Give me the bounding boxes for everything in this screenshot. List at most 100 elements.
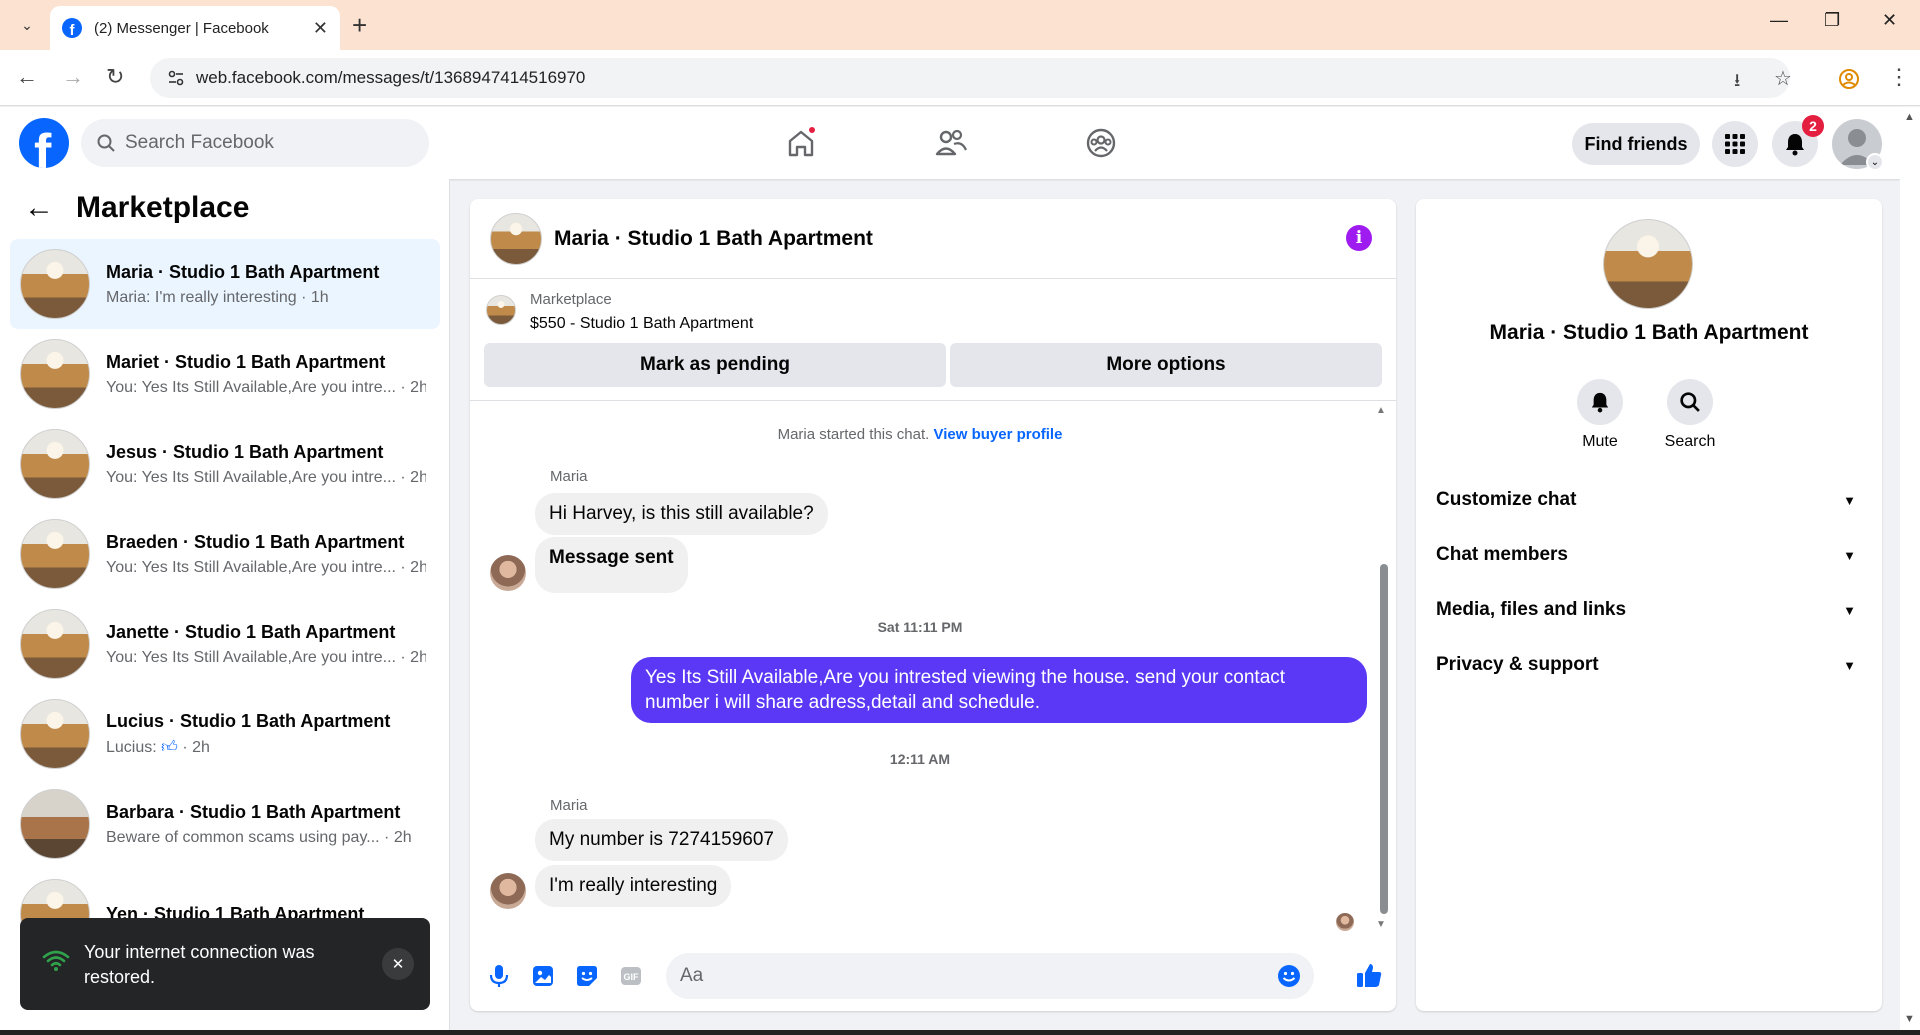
conversation-name: Lucius · Studio 1 Bath Apartment	[106, 711, 391, 731]
friends-icon[interactable]	[931, 123, 971, 163]
notifications-bell-icon[interactable]: 2	[1772, 115, 1824, 167]
minimize-icon[interactable]: —	[1770, 10, 1788, 31]
message-bubble[interactable]: I'm really interesting	[535, 865, 732, 907]
groups-icon[interactable]	[1081, 123, 1121, 163]
page-scrollbar[interactable]: ▲ ▼	[1900, 107, 1920, 1030]
listing-thumbnail[interactable]	[486, 295, 516, 325]
conversation-item[interactable]: Janette · Studio 1 Bath Apartment You: Y…	[10, 599, 440, 689]
address-bar[interactable]: web.facebook.com/messages/t/136894741451…	[150, 58, 1790, 98]
facebook-search[interactable]	[81, 119, 429, 167]
chat-header: Maria · Studio 1 Bath Apartment i	[470, 199, 1396, 279]
timestamp: Sat 11:11 PM	[877, 619, 963, 635]
sender-avatar[interactable]	[490, 873, 526, 909]
gif-icon[interactable]: GIF	[618, 963, 644, 989]
sender-avatar[interactable]	[490, 555, 526, 591]
conversation-avatar	[20, 789, 90, 859]
mute-label: Mute	[1582, 433, 1618, 450]
menu-grid-icon[interactable]	[1712, 121, 1758, 167]
conversation-preview-suffix: · 2h	[182, 739, 210, 756]
scroll-up-icon[interactable]: ▲	[1376, 405, 1386, 416]
conversation-avatar	[20, 249, 90, 319]
conversation-preview: Lucius: 👍︎ · 2h	[106, 738, 426, 757]
message-bubble[interactable]: Hi Harvey, is this still available?	[535, 493, 828, 535]
view-buyer-profile-link[interactable]: View buyer profile	[933, 426, 1062, 443]
search-in-chat-button[interactable]: Search	[1650, 379, 1730, 451]
browser-tab[interactable]: f (2) Messenger | Facebook ✕	[50, 6, 340, 50]
outgoing-message-bubble[interactable]: Yes Its Still Available,Are you intreste…	[631, 657, 1367, 723]
media-files-links-section[interactable]: Media, files and links ▼	[1436, 590, 1862, 630]
sender-name: Maria	[550, 797, 588, 814]
toast-message: Your internet connection was restored.	[84, 942, 315, 987]
marketplace-sidebar: ← Marketplace Maria · Studio 1 Bath Apar…	[0, 179, 450, 1030]
thumbs-up-send-icon[interactable]	[1354, 961, 1384, 991]
back-arrow-icon[interactable]: ←	[24, 191, 54, 225]
page-scroll-up-icon[interactable]: ▲	[1904, 111, 1915, 123]
conversation-item[interactable]: Braeden · Studio 1 Bath Apartment You: Y…	[10, 509, 440, 599]
toast-close-icon[interactable]: ✕	[382, 948, 414, 980]
section-label: Media, files and links	[1436, 599, 1627, 620]
wifi-icon	[42, 950, 70, 971]
listing-price[interactable]: $550 - Studio 1 Bath Apartment	[530, 315, 753, 333]
thread-scroll-thumb[interactable]	[1380, 564, 1388, 914]
forward-icon[interactable]: →	[62, 64, 84, 90]
conversation-item[interactable]: Maria · Studio 1 Bath Apartment Maria: I…	[10, 239, 440, 329]
chat-started-text: Maria started this chat.	[777, 426, 930, 443]
sidebar-title: Marketplace	[76, 191, 250, 224]
site-info-icon[interactable]	[166, 68, 186, 88]
find-friends-button[interactable]: Find friends	[1572, 123, 1700, 165]
home-icon[interactable]	[781, 123, 821, 163]
sticker-icon[interactable]	[574, 963, 600, 989]
conversation-item[interactable]: Lucius · Studio 1 Bath Apartment Lucius:…	[10, 689, 440, 779]
browser-menu-icon[interactable]: ⋮	[1888, 64, 1910, 90]
section-label: Chat members	[1436, 544, 1568, 565]
reload-icon[interactable]: ↻	[106, 64, 124, 90]
install-app-icon[interactable]: ⭳	[1734, 68, 1740, 98]
page-scroll-down-icon[interactable]: ▼	[1904, 1013, 1915, 1025]
contact-avatar[interactable]	[1603, 219, 1693, 309]
message-bubble[interactable]: Message sent	[535, 537, 688, 593]
conversation-item[interactable]: Jesus · Studio 1 Bath Apartment You: Yes…	[10, 419, 440, 509]
conversation-item[interactable]: Mariet · Studio 1 Bath Apartment You: Ye…	[10, 329, 440, 419]
photo-icon[interactable]	[530, 963, 556, 989]
facebook-search-input[interactable]	[125, 132, 405, 154]
chevron-down-icon: ▼	[1843, 547, 1856, 563]
conversation-list: Maria · Studio 1 Bath Apartment Maria: I…	[10, 239, 440, 959]
conversation-preview: You: Yes Its Still Available,Are you int…	[106, 468, 426, 486]
conversation-name: Janette · Studio 1 Bath Apartment	[106, 621, 396, 642]
message-input[interactable]	[680, 965, 1240, 987]
restore-icon[interactable]: ❐	[1824, 10, 1840, 31]
conversation-avatar	[20, 699, 90, 769]
profile-icon[interactable]	[1838, 68, 1860, 95]
section-label: Customize chat	[1436, 489, 1577, 510]
message-bubble[interactable]: My number is 7274159607	[535, 819, 788, 861]
new-tab-icon[interactable]: +	[352, 10, 367, 41]
conversation-avatar	[20, 519, 90, 589]
chat-avatar[interactable]	[490, 212, 542, 265]
privacy-support-section[interactable]: Privacy & support ▼	[1436, 645, 1862, 685]
chat-members-section[interactable]: Chat members ▼	[1436, 535, 1862, 575]
conversation-preview: You: Yes Its Still Available,Are you int…	[106, 648, 426, 666]
tab-close-icon[interactable]: ✕	[313, 18, 328, 39]
emoji-icon[interactable]	[1276, 963, 1302, 989]
microphone-icon[interactable]	[486, 963, 512, 989]
thumbs-up-icon: 👍︎	[161, 739, 178, 756]
facebook-favicon-icon: f	[62, 18, 82, 38]
home-notification-dot	[807, 125, 817, 135]
info-icon[interactable]: i	[1346, 225, 1372, 251]
back-icon[interactable]: ←	[16, 64, 38, 90]
conversation-item[interactable]: Barbara · Studio 1 Bath Apartment Beware…	[10, 779, 440, 869]
more-options-button[interactable]: More options	[950, 343, 1382, 387]
chat-pane: Maria · Studio 1 Bath Apartment i Market…	[470, 199, 1396, 1011]
chevron-down-icon: ▼	[1843, 602, 1856, 618]
facebook-logo-icon[interactable]: f	[19, 118, 69, 168]
window-close-icon[interactable]: ✕	[1882, 10, 1897, 31]
tab-search-chevron-icon[interactable]: ⌄	[14, 12, 40, 38]
scroll-down-icon[interactable]: ▼	[1376, 919, 1386, 930]
chat-title[interactable]: Maria · Studio 1 Bath Apartment	[554, 227, 873, 251]
mute-button[interactable]: Mute	[1560, 379, 1640, 451]
account-chevron-down-icon[interactable]: ⌄	[1866, 153, 1884, 171]
bookmark-star-icon[interactable]: ☆	[1774, 66, 1792, 91]
mark-as-pending-button[interactable]: Mark as pending	[484, 343, 946, 387]
customize-chat-section[interactable]: Customize chat ▼	[1436, 480, 1862, 520]
message-input-field[interactable]	[666, 953, 1314, 999]
